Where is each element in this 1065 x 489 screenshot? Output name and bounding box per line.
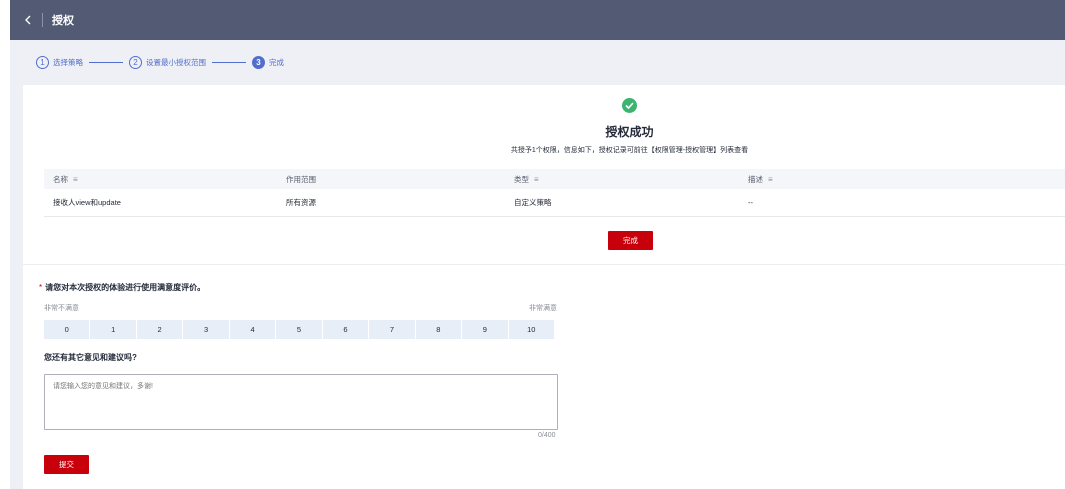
step-2-number: 2 <box>129 55 142 69</box>
left-strip <box>0 0 10 489</box>
rating-option-0[interactable]: 0 <box>44 320 90 339</box>
header-divider <box>42 13 43 27</box>
column-header-type[interactable]: 类型 ≡ <box>505 174 739 185</box>
app: 授权 1 选择策略 2 设置最小授权范围 3 完成 授权成功 共授予1个权限，信… <box>10 0 1065 489</box>
rating-option-4[interactable]: 4 <box>229 320 276 339</box>
step-1-number: 1 <box>36 55 49 69</box>
rating-option-6[interactable]: 6 <box>322 320 369 339</box>
rating-high-label: 非常满意 <box>529 305 557 312</box>
success-title: 授权成功 <box>605 125 654 139</box>
cell-type: 自定义策略 <box>514 198 552 207</box>
cell-description: -- <box>748 198 753 207</box>
step-indicator: 1 选择策略 2 设置最小授权范围 3 完成 <box>36 55 284 69</box>
sort-icon[interactable]: ≡ <box>768 175 773 184</box>
step-connector <box>89 61 123 63</box>
step-connector <box>212 61 246 63</box>
page-title: 授权 <box>52 15 74 27</box>
column-header-name[interactable]: 名称 ≡ <box>44 174 277 185</box>
rating-option-9[interactable]: 9 <box>462 320 508 339</box>
feedback-textarea[interactable] <box>44 374 558 430</box>
char-counter: 0/400 <box>538 432 556 439</box>
rating-question-text: 请您对本次授权的体验进行使用满意度评价。 <box>45 283 206 292</box>
cell-scope: 所有资源 <box>286 198 316 207</box>
sort-icon[interactable]: ≡ <box>534 175 539 184</box>
section-divider <box>23 264 1065 265</box>
rating-question: * 请您对本次授权的体验进行使用满意度评价。 <box>39 282 205 293</box>
rating-low-label: 非常不满意 <box>44 305 79 312</box>
rating-option-5[interactable]: 5 <box>276 320 322 339</box>
column-header-description[interactable]: 描述 ≡ <box>739 174 1065 185</box>
sort-icon[interactable]: ≡ <box>73 175 78 184</box>
rating-option-10[interactable]: 10 <box>508 320 554 339</box>
rating-scale: 0 1 2 3 4 5 6 7 8 9 10 <box>44 320 554 339</box>
required-mark: * <box>39 283 43 292</box>
step-3-label: 完成 <box>269 57 284 67</box>
content-card: 授权成功 共授予1个权限，信息如下，授权记录可前往【权限管理-授权管理】列表查看… <box>23 85 1065 489</box>
rating-option-2[interactable]: 2 <box>136 320 183 339</box>
step-3-number: 3 <box>252 55 265 69</box>
feedback-question: 您还有其它意见和建议吗? <box>44 353 137 362</box>
table-row: 接收人view和update 所有资源 自定义策略 -- <box>44 189 1065 217</box>
policy-table: 名称 ≡ 作用范围 类型 ≡ 描述 ≡ 接收人view和update 所有资源 自定义… <box>44 169 1065 217</box>
rating-option-3[interactable]: 3 <box>183 320 229 339</box>
step-1-label: 选择策略 <box>53 57 83 67</box>
cell-name: 接收人view和update <box>53 198 121 207</box>
rating-option-1[interactable]: 1 <box>90 320 136 339</box>
table-header: 名称 ≡ 作用范围 类型 ≡ 描述 ≡ <box>44 169 1065 189</box>
step-2-label: 设置最小授权范围 <box>146 57 206 67</box>
page-header: 授权 <box>10 0 1065 40</box>
rating-option-8[interactable]: 8 <box>415 320 462 339</box>
column-header-scope: 作用范围 <box>286 174 316 184</box>
success-description: 共授予1个权限，信息如下，授权记录可前往【权限管理-授权管理】列表查看 <box>510 147 749 154</box>
rating-option-7[interactable]: 7 <box>369 320 415 339</box>
done-button[interactable]: 完成 <box>608 231 653 250</box>
check-circle-icon <box>622 98 637 113</box>
back-arrow-icon[interactable] <box>19 11 37 29</box>
submit-button[interactable]: 提交 <box>44 455 89 474</box>
